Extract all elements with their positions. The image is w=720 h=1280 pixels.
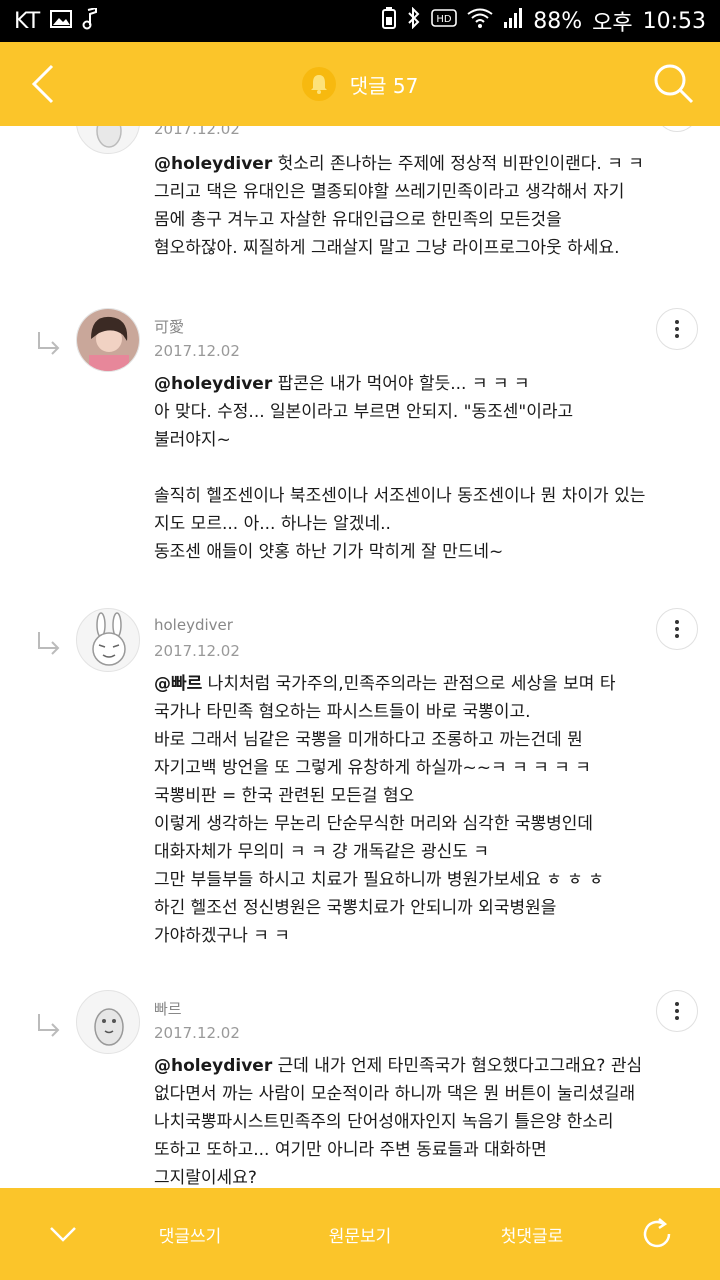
comment-body: @빠르 나치처럼 국가주의,민족주의라는 관점으로 세상을 보며 타 국가나 타… (154, 674, 616, 946)
search-button[interactable] (652, 62, 696, 106)
collapse-button[interactable] (30, 1188, 96, 1280)
comment-body: @holeydiver 팝콘은 내가 먹어야 할듯... ㅋ ㅋ ㅋ 아 맞다.… (154, 374, 646, 562)
mention[interactable]: @holeydiver (154, 1056, 272, 1076)
write-comment-button[interactable]: 댓글쓰기 (130, 1188, 250, 1280)
avatar (76, 308, 140, 372)
refresh-button[interactable] (624, 1188, 690, 1280)
more-options-button[interactable] (656, 126, 698, 132)
image-notification-icon (50, 9, 73, 34)
battery-saver-icon (381, 7, 397, 35)
first-comment-button[interactable]: 첫댓글로 (472, 1188, 592, 1280)
mention[interactable]: @holeydiver (154, 154, 272, 174)
bluetooth-icon (407, 6, 421, 35)
header-bar: 댓글 57 (0, 42, 720, 126)
more-options-button[interactable] (656, 990, 698, 1032)
hd-voice-icon: HD (431, 8, 458, 34)
chevron-left-icon (31, 64, 54, 104)
search-icon (654, 64, 694, 104)
bottom-bar: 댓글쓰기 원문보기 첫댓글로 (0, 1188, 720, 1280)
comment-date: 2017.12.02 (154, 126, 240, 138)
comment-body: @holeydiver 근데 내가 언제 타민족국가 혐오했다고그래요? 관심 … (154, 1056, 643, 1188)
more-options-button[interactable] (656, 308, 698, 350)
back-button[interactable] (26, 64, 66, 104)
reply-arrow-icon (38, 332, 60, 355)
music-note-icon (82, 6, 98, 35)
comment-author[interactable]: 可愛 (154, 316, 184, 337)
time-label: 10:53 (642, 8, 706, 34)
refresh-icon (643, 1218, 671, 1248)
wifi-icon (467, 8, 493, 34)
reply-arrow-icon (38, 632, 60, 655)
comment-body: @holeydiver 헛소리 존나하는 주제에 정상적 비판인이랜다. ㅋ ㅋ… (154, 154, 644, 258)
more-options-button[interactable] (656, 608, 698, 650)
signal-icon (503, 8, 523, 34)
battery-percent: 88% (533, 8, 583, 34)
comment-author[interactable]: 빠르 (154, 998, 182, 1019)
carrier-label: KT (14, 8, 41, 34)
comment-author[interactable]: holeydiver (154, 616, 233, 634)
page-title: 댓글 57 (349, 73, 419, 98)
view-original-button[interactable]: 원문보기 (300, 1188, 420, 1280)
avatar (76, 608, 140, 672)
time-ampm: 오후 (592, 11, 633, 36)
comment-date: 2017.12.02 (154, 342, 240, 360)
reply-arrow-icon (38, 1014, 60, 1037)
bell-icon (301, 67, 336, 101)
comment-date: 2017.12.02 (154, 1024, 240, 1042)
comment-date: 2017.12.02 (154, 642, 240, 660)
avatar (76, 126, 140, 154)
avatar (76, 990, 140, 1054)
mention[interactable]: @빠르 (154, 674, 202, 694)
svg-text:HD: HD (437, 14, 453, 25)
chevron-down-icon (50, 1227, 76, 1242)
comment-list: 2017.12.02 @holeydiver 헛소리 존나하는 주제에 정상적 … (0, 126, 720, 1188)
mention[interactable]: @holeydiver (154, 374, 272, 394)
status-bar: KT HD 88% 오후 10:53 (0, 0, 720, 42)
